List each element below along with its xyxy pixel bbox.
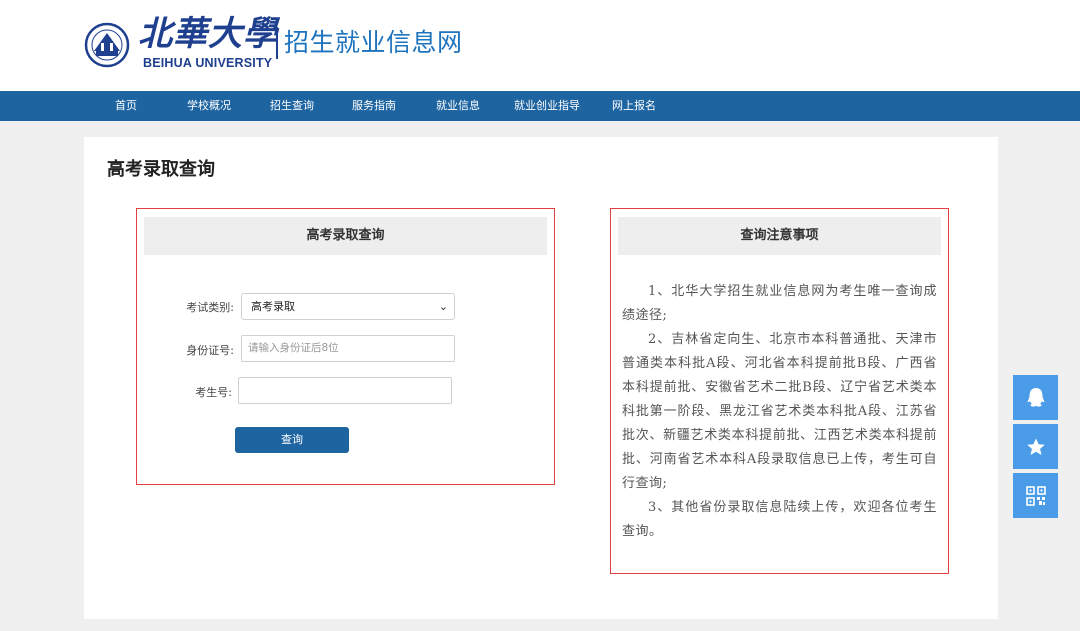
logo-english-name: BEIHUA UNIVERSITY: [143, 56, 273, 70]
exam-type-label: 考试类别:: [186, 301, 234, 314]
nav-item-admission-query[interactable]: 招生查询: [270, 91, 314, 121]
exam-type-select[interactable]: 高考录取 ⌄: [241, 293, 455, 320]
chevron-down-icon: ⌄: [438, 300, 448, 313]
exam-type-selected-value: 高考录取: [251, 300, 295, 313]
page-title: 高考录取查询: [107, 159, 215, 180]
notice-body: 1、北华大学招生就业信息网为考生唯一查询成绩途径; 2、吉林省定向生、北京市本科…: [622, 280, 937, 544]
qq-icon: [1027, 387, 1044, 407]
logo-chinese-name: 北華大學: [138, 14, 278, 54]
notice-paragraph: 1、北华大学招生就业信息网为考生唯一查询成绩途径;: [622, 284, 937, 323]
nav-item-online-registration[interactable]: 网上报名: [612, 91, 656, 121]
nav-item-about[interactable]: 学校概况: [187, 91, 231, 121]
nav-item-employment-info[interactable]: 就业信息: [436, 91, 480, 121]
id-number-label: 身份证号:: [186, 344, 234, 357]
exam-number-label: 考生号:: [195, 386, 232, 399]
qrcode-button[interactable]: [1013, 473, 1058, 518]
qrcode-icon: [1025, 485, 1046, 506]
nav-item-home[interactable]: 首页: [115, 91, 137, 121]
qq-button[interactable]: [1013, 375, 1058, 420]
nav-item-career-guidance[interactable]: 就业创业指导: [514, 91, 580, 121]
notice-paragraph: 2、吉林省定向生、北京市本科普通批、天津市普通类本科批A段、河北省本科提前批B段…: [622, 332, 937, 491]
id-number-input[interactable]: 请输入身份证后8位: [241, 335, 455, 362]
query-submit-button[interactable]: 查询: [235, 427, 349, 453]
notice-paragraph: 3、其他省份录取信息陆续上传，欢迎各位考生查询。: [622, 500, 937, 539]
logo-divider: [276, 27, 278, 59]
notice-panel-header: 查询注意事项: [618, 217, 941, 255]
query-panel-header: 高考录取查询: [144, 217, 547, 255]
favorite-button[interactable]: [1013, 424, 1058, 469]
site-header: 北華大學 BEIHUA UNIVERSITY 招生就业信息网: [0, 0, 1080, 91]
site-title[interactable]: 招生就业信息网: [284, 26, 463, 60]
star-icon: [1026, 438, 1045, 455]
exam-number-input[interactable]: [238, 377, 452, 404]
university-emblem-icon: [84, 22, 130, 68]
nav-item-service-guide[interactable]: 服务指南: [352, 91, 396, 121]
main-nav: 首页 学校概况 招生查询 服务指南 就业信息 就业创业指导 网上报名: [0, 91, 1080, 121]
